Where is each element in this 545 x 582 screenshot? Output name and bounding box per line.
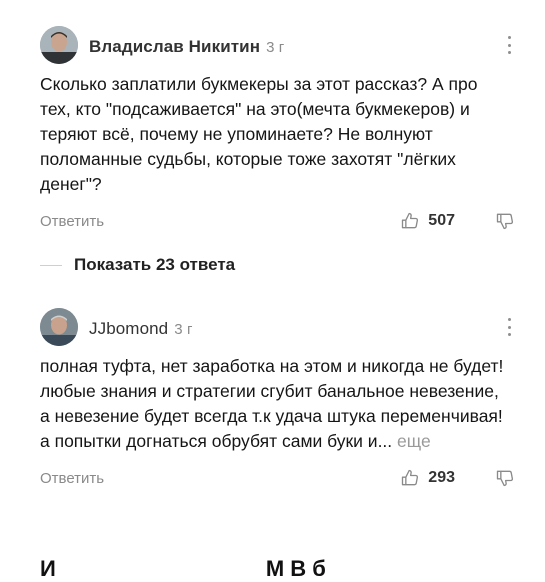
dislike-button[interactable]	[495, 211, 515, 236]
comment: Владислав Никитин 3 г Сколько заплатили б…	[40, 26, 514, 237]
comment-footer: Ответить 293	[40, 464, 514, 494]
reply-button[interactable]: Ответить	[40, 213, 104, 230]
author-name[interactable]: JJbomond	[89, 319, 168, 338]
partial-heading-right: М В б	[265, 556, 326, 581]
comment-body: полная туфта, нет заработка на этом и ни…	[40, 356, 504, 451]
avatar[interactable]	[40, 26, 78, 64]
divider	[40, 264, 62, 266]
thumbs-up-icon	[402, 469, 419, 486]
comment-text: полная туфта, нет заработка на этом и ни…	[40, 354, 505, 454]
thumbs-up-icon	[402, 212, 419, 229]
author-name[interactable]: Владислав Никитин	[89, 37, 260, 56]
like-button[interactable]: 507	[400, 207, 455, 235]
partial-heading-left: И	[40, 556, 56, 581]
comment: JJbomond 3 г полная туфта, нет заработка …	[40, 308, 514, 494]
show-replies[interactable]: Показать 23 ответа	[40, 253, 235, 277]
expand-link[interactable]: еще	[397, 431, 431, 451]
comment-author[interactable]: JJbomond 3 г	[89, 319, 193, 339]
show-replies-button[interactable]: Показать 23 ответа	[74, 255, 235, 275]
comment-time: 3 г	[174, 321, 193, 338]
reply-button[interactable]: Ответить	[40, 470, 104, 487]
dislike-button[interactable]	[495, 468, 515, 493]
comment-text: Сколько заплатили букмекеры за этот расс…	[40, 74, 478, 194]
like-button[interactable]: 293	[400, 464, 455, 492]
avatar[interactable]	[40, 308, 78, 346]
comment-header: Владислав Никитин 3 г	[40, 26, 511, 66]
comment-footer: Ответить 507	[40, 207, 514, 237]
thumbs-down-icon	[496, 470, 514, 487]
thumbs-down-icon	[496, 213, 514, 230]
more-vertical-icon[interactable]	[499, 316, 519, 338]
more-vertical-icon[interactable]	[499, 34, 519, 56]
like-count: 507	[428, 212, 455, 229]
partial-heading: ИМ В б	[40, 556, 520, 582]
comment-author[interactable]: Владислав Никитин 3 г	[89, 37, 284, 57]
comment-header: JJbomond 3 г	[40, 308, 511, 348]
comment-time: 3 г	[266, 39, 285, 56]
like-count: 293	[428, 469, 455, 486]
